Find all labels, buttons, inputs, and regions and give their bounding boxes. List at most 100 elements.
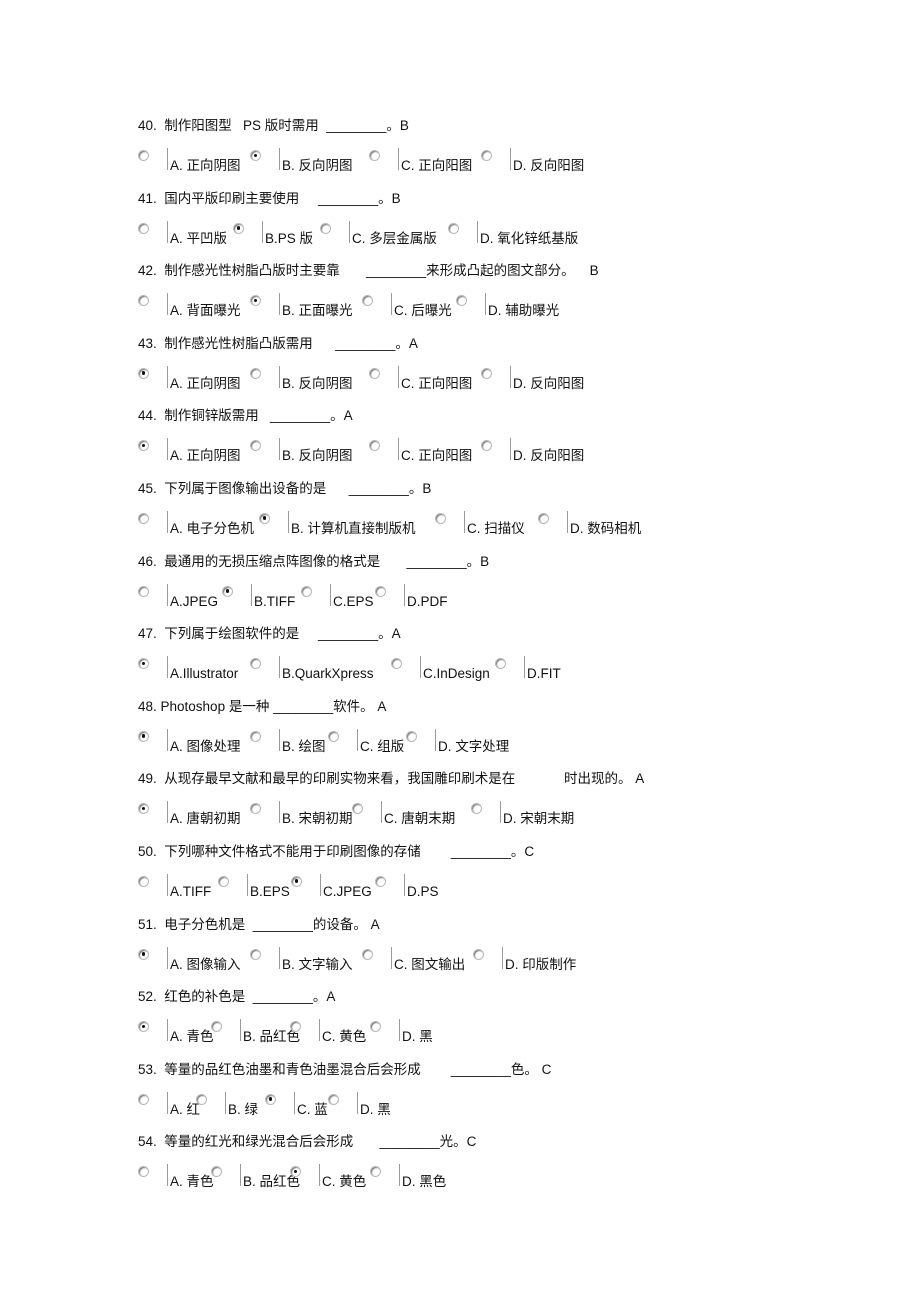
radio-selected-icon[interactable] xyxy=(233,222,244,234)
radio-unselected-icon[interactable] xyxy=(538,512,549,524)
cell-divider xyxy=(247,873,248,896)
option-label: D. 反向阳图 xyxy=(513,375,585,391)
option-label: B.TIFF xyxy=(254,593,296,609)
radio-unselected-icon[interactable] xyxy=(362,295,373,307)
option-label: B.EPS xyxy=(250,883,290,899)
option-label: A.TIFF xyxy=(170,883,212,899)
radio-unselected-icon[interactable] xyxy=(481,150,492,161)
radio-unselected-icon[interactable] xyxy=(320,222,331,234)
radio-selected-icon[interactable] xyxy=(138,803,149,815)
cell-divider xyxy=(477,220,478,243)
option-label: B. 品红色 xyxy=(243,1029,301,1045)
question-item: 40. 制作阳图型 PS 版时需用 ________。B A. 正向阴图 B. 反向… xyxy=(138,116,858,189)
option-label: A. 青色 xyxy=(170,1174,214,1190)
option-label: B. 文字输入 xyxy=(282,956,353,972)
radio-unselected-icon[interactable] xyxy=(250,803,261,815)
cell-divider xyxy=(167,1019,168,1042)
radio-selected-icon[interactable] xyxy=(138,948,149,960)
cell-divider xyxy=(167,293,168,316)
radio-selected-icon[interactable] xyxy=(222,585,233,597)
radio-unselected-icon[interactable] xyxy=(328,730,339,742)
radio-unselected-icon[interactable] xyxy=(138,875,149,887)
radio-unselected-icon[interactable] xyxy=(448,222,459,234)
options-row: A. 图像输入 B. 文字输入 C. 图文输出 D. 印版制作 xyxy=(138,945,858,975)
radio-unselected-icon[interactable] xyxy=(138,222,149,234)
option-label: B.QuarkXpress xyxy=(282,666,374,682)
radio-unselected-icon[interactable] xyxy=(362,948,373,960)
radio-unselected-icon[interactable] xyxy=(435,512,446,524)
radio-unselected-icon[interactable] xyxy=(250,658,261,670)
radio-unselected-icon[interactable] xyxy=(250,948,261,960)
radio-unselected-icon[interactable] xyxy=(473,948,484,960)
radio-unselected-icon[interactable] xyxy=(481,440,492,452)
options-row: A. 图像处理 B. 绘图 C. 组版 D. 文字处理 xyxy=(138,727,858,757)
cell-divider xyxy=(349,220,350,243)
radio-unselected-icon[interactable] xyxy=(138,512,149,524)
option-label: D.PDF xyxy=(407,593,448,609)
option-label: A. 正向阴图 xyxy=(170,448,241,464)
radio-unselected-icon[interactable] xyxy=(301,585,312,597)
cell-divider xyxy=(262,220,263,243)
radio-unselected-icon[interactable] xyxy=(211,1166,222,1178)
question-stem: 41. 国内平版印刷主要使用 ________。B xyxy=(138,190,401,206)
radio-unselected-icon[interactable] xyxy=(138,1166,149,1178)
radio-unselected-icon[interactable] xyxy=(138,585,149,597)
option-label: A. 红 xyxy=(170,1101,201,1117)
question-item: 50. 下列哪种文件格式不能用于印刷图像的存储 ________。C A.TIFF… xyxy=(138,842,858,915)
cell-divider xyxy=(464,510,465,533)
radio-unselected-icon[interactable] xyxy=(370,1021,381,1033)
cell-divider xyxy=(391,293,392,316)
radio-selected-icon[interactable] xyxy=(138,440,149,452)
radio-unselected-icon[interactable] xyxy=(328,1093,339,1105)
radio-unselected-icon[interactable] xyxy=(218,875,229,887)
radio-unselected-icon[interactable] xyxy=(138,150,149,161)
radio-unselected-icon[interactable] xyxy=(456,295,467,307)
radio-selected-icon[interactable] xyxy=(250,150,261,161)
radio-unselected-icon[interactable] xyxy=(369,440,380,452)
option-label: C. 组版 xyxy=(360,738,405,754)
radio-unselected-icon[interactable] xyxy=(250,730,261,742)
radio-selected-icon[interactable] xyxy=(250,295,261,307)
option-label: D. 数码相机 xyxy=(570,520,642,536)
option-label: D. 氧化锌纸基版 xyxy=(480,230,579,246)
option-label: D. 宋朝末期 xyxy=(503,811,575,827)
radio-unselected-icon[interactable] xyxy=(481,367,492,379)
radio-unselected-icon[interactable] xyxy=(369,150,380,161)
radio-selected-icon[interactable] xyxy=(291,875,302,887)
radio-unselected-icon[interactable] xyxy=(495,658,506,670)
radio-selected-icon[interactable] xyxy=(265,1093,276,1105)
radio-unselected-icon[interactable] xyxy=(370,1166,381,1178)
radio-unselected-icon[interactable] xyxy=(138,295,149,307)
radio-selected-icon[interactable] xyxy=(138,367,149,379)
radio-unselected-icon[interactable] xyxy=(138,1093,149,1105)
radio-unselected-icon[interactable] xyxy=(471,803,482,815)
radio-unselected-icon[interactable] xyxy=(406,730,417,742)
radio-selected-icon[interactable] xyxy=(138,1021,149,1033)
options-row: A.JPEG B.TIFF C.EPS D.PDF xyxy=(138,582,858,612)
cell-divider xyxy=(167,220,168,243)
question-stem: 43. 制作感光性树脂凸版需用 ________。A xyxy=(138,335,418,351)
radio-selected-icon[interactable] xyxy=(138,658,149,670)
radio-selected-icon[interactable] xyxy=(138,730,149,742)
question-stem: 52. 红色的补色是 ________。A xyxy=(138,989,336,1005)
option-label: B. 宋朝初期 xyxy=(282,811,353,827)
option-label: A. 正向阴图 xyxy=(170,375,241,391)
cell-divider xyxy=(279,728,280,751)
radio-unselected-icon[interactable] xyxy=(375,585,386,597)
cell-divider xyxy=(167,656,168,679)
cell-divider xyxy=(485,293,486,316)
question-item: 52. 红色的补色是 ________。A A. 青色 B. 品红色 C. 黄色 D. … xyxy=(138,987,858,1060)
radio-unselected-icon[interactable] xyxy=(211,1021,222,1033)
radio-selected-icon[interactable] xyxy=(259,512,270,524)
radio-unselected-icon[interactable] xyxy=(352,803,363,815)
radio-unselected-icon[interactable] xyxy=(391,658,402,670)
radio-unselected-icon[interactable] xyxy=(250,440,261,452)
option-label: A.Illustrator xyxy=(170,666,239,682)
radio-unselected-icon[interactable] xyxy=(369,367,380,379)
question-item: 53. 等量的品红色油墨和青色油墨混合后会形成 ________色。 C A. 红… xyxy=(138,1060,858,1133)
radio-unselected-icon[interactable] xyxy=(196,1093,207,1105)
radio-unselected-icon[interactable] xyxy=(375,875,386,887)
option-label: D. 黑 xyxy=(402,1029,433,1045)
options-row: A. 平凹版 B.PS 版 C. 多层金属版 D. 氧化锌纸基版 xyxy=(138,219,858,249)
radio-unselected-icon[interactable] xyxy=(250,367,261,379)
